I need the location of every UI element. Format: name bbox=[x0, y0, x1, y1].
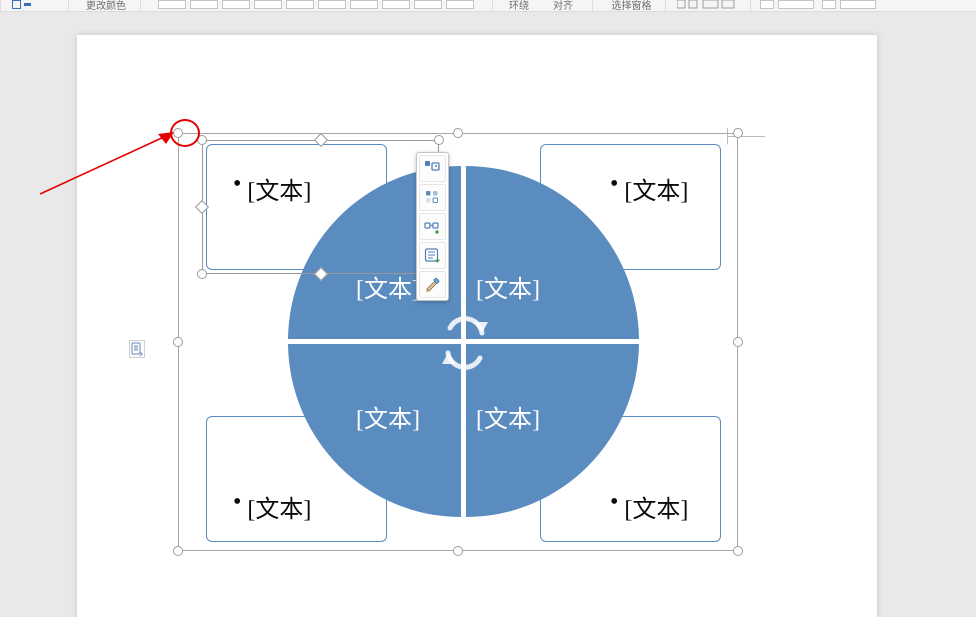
ribbon-select-pane[interactable]: 选择窗格 bbox=[604, 0, 659, 10]
text-pane-icon bbox=[424, 247, 441, 264]
mini-text-pane-button[interactable] bbox=[419, 242, 446, 269]
smartart-mini-toolbar bbox=[416, 152, 449, 301]
layout-icon bbox=[424, 160, 441, 177]
paste-options-tag[interactable] bbox=[129, 340, 145, 358]
ribbon-align[interactable]: 对齐 bbox=[548, 0, 578, 10]
mini-format-painter-button[interactable] bbox=[419, 271, 446, 298]
ribbon-style-gallery[interactable] bbox=[148, 0, 483, 10]
ribbon-group-misc[interactable] bbox=[672, 0, 742, 10]
ribbon-wrap-text[interactable]: 环绕 bbox=[504, 0, 534, 10]
mini-layout-button[interactable] bbox=[419, 155, 446, 182]
inner-shape-selection[interactable] bbox=[202, 140, 439, 274]
mini-change-colors-button[interactable] bbox=[419, 184, 446, 211]
mini-add-shape-button[interactable] bbox=[419, 213, 446, 240]
ribbon-cell-1[interactable] bbox=[2, 0, 42, 10]
ribbon-strip: 更改颜色 环绕 对齐 选择窗格 bbox=[0, 0, 976, 12]
ribbon-change-color[interactable]: 更改颜色 bbox=[76, 0, 136, 10]
ribbon-size-group[interactable] bbox=[758, 0, 878, 10]
change-colors-icon bbox=[424, 189, 441, 206]
add-shape-icon bbox=[424, 218, 441, 235]
format-painter-icon bbox=[424, 276, 441, 293]
